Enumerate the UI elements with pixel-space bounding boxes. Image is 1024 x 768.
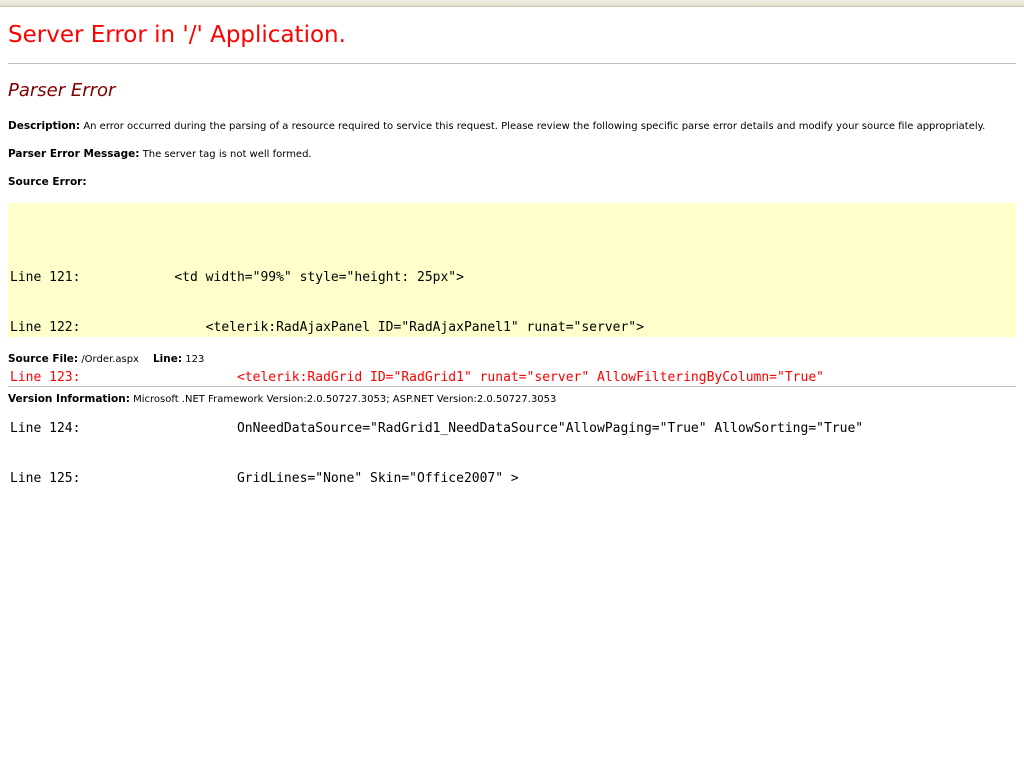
parser-error-message-text: The server tag is not well formed. [142,149,312,160]
error-type-heading: Parser Error [8,80,116,101]
code-line: Line 124: OnNeedDataSource="RadGrid1_Nee… [10,420,864,436]
page-title: Server Error in '/' Application. [8,22,346,48]
title-divider [8,63,1016,64]
parser-error-message: Parser Error Message: The server tag is … [8,148,312,160]
source-error: Source Error: [8,176,87,188]
code-line: Line 122: <telerik:RadAjaxPanel ID="RadA… [10,319,644,335]
line-label: Line: [152,353,183,365]
source-file-value: /Order.aspx [81,354,139,365]
description: Description: An error occurred during th… [8,120,985,132]
source-file-info: Source File: /Order.aspx Line: 123 [8,353,204,365]
version-information: Version Information: Microsoft .NET Fram… [8,393,556,405]
source-error-label: Source Error: [8,176,87,188]
description-label: Description: [8,120,81,132]
version-divider [8,386,1016,387]
version-information-text: Microsoft .NET Framework Version:2.0.507… [133,394,557,405]
parser-error-message-label: Parser Error Message: [8,148,140,160]
code-line: Line 121: <td width="99%" style="height:… [10,269,464,285]
description-text: An error occurred during the parsing of … [83,121,986,132]
browser-top-edge [0,0,1024,7]
code-line-error: Line 123: <telerik:RadGrid ID="RadGrid1"… [10,370,824,386]
version-information-label: Version Information: [8,393,130,405]
code-line: Line 125: GridLines="None" Skin="Office2… [10,471,519,487]
line-value: 123 [185,354,205,365]
source-file-label: Source File: [8,353,79,365]
source-code-lines: Line 121: <td width="99%" style="height:… [10,236,863,522]
